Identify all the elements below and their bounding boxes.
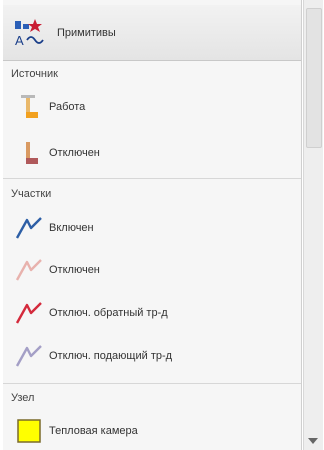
line-on-icon <box>15 217 42 239</box>
source-off-icon <box>26 142 38 164</box>
item-label: Отключен <box>49 147 100 159</box>
item-label: Отключ. подающий тр-д <box>49 350 173 362</box>
primitives-panel: A Примитивы Источник Работа Отключен Уча… <box>3 0 302 450</box>
section-title-source: Источник <box>11 68 58 80</box>
scroll-down-arrow-icon[interactable] <box>308 438 318 444</box>
item-label: Тепловая камера <box>49 425 138 437</box>
item-line-supply-off[interactable]: Отключ. подающий тр-д <box>15 341 172 371</box>
item-source-off[interactable]: Отключен <box>15 138 100 168</box>
section-title-segments: Участки <box>11 188 52 200</box>
line-off-icon <box>15 259 42 281</box>
section-title-node: Узел <box>11 392 35 404</box>
svg-text:A: A <box>15 33 24 48</box>
scrollbar-thumb[interactable] <box>306 8 322 148</box>
item-line-return-off[interactable]: Отключ. обратный тр-д <box>15 298 168 328</box>
primitives-header[interactable]: A Примитивы <box>3 5 301 61</box>
item-source-work[interactable]: Работа <box>15 92 85 122</box>
heat-chamber-icon <box>17 419 41 443</box>
item-label: Работа <box>49 101 86 113</box>
header-title: Примитивы <box>57 26 116 39</box>
divider <box>3 178 301 179</box>
line-supply-off-icon <box>15 345 42 367</box>
item-label: Отключ. обратный тр-д <box>49 307 168 319</box>
primitives-icon: A <box>15 18 44 48</box>
line-return-off-icon <box>15 302 42 324</box>
item-label: Отключен <box>49 264 100 276</box>
item-heat-chamber[interactable]: Тепловая камера <box>15 416 138 446</box>
source-work-icon <box>21 95 38 118</box>
divider <box>3 383 301 384</box>
item-line-off[interactable]: Отключен <box>15 255 100 285</box>
item-line-on[interactable]: Включен <box>15 213 94 243</box>
vertical-scrollbar[interactable] <box>303 0 323 450</box>
item-label: Включен <box>49 222 94 234</box>
